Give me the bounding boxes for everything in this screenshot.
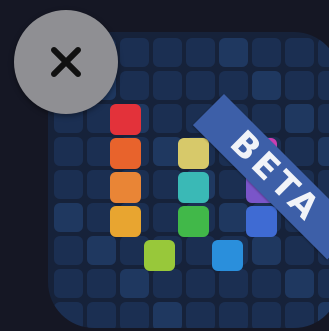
grid-cell [186, 269, 215, 298]
grid-cell [54, 170, 83, 199]
grid-cell [186, 302, 215, 328]
tile-red [110, 104, 141, 135]
grid-cell [186, 236, 215, 265]
tile-lime [144, 240, 175, 271]
grid-cell [318, 71, 329, 100]
grid-cell [219, 38, 248, 67]
grid-cell [153, 38, 182, 67]
grid-cell [87, 302, 116, 328]
grid-cell [54, 203, 83, 232]
grid-cell [252, 302, 281, 328]
grid-cell [54, 302, 83, 328]
grid-cell [54, 236, 83, 265]
grid-cell [252, 38, 281, 67]
grid-cell [120, 269, 149, 298]
grid-cell [219, 269, 248, 298]
tile-teal [178, 172, 209, 203]
grid-cell [54, 137, 83, 166]
tile-blue [212, 240, 243, 271]
grid-cell [252, 236, 281, 265]
grid-cell [87, 236, 116, 265]
grid-cell [186, 38, 215, 67]
grid-cell [285, 269, 314, 298]
grid-cell [252, 269, 281, 298]
grid-cell [252, 71, 281, 100]
grid-cell [153, 104, 182, 133]
grid-cell [120, 71, 149, 100]
grid-cell [153, 269, 182, 298]
tile-indigo [246, 206, 277, 237]
grid-cell [318, 38, 329, 67]
grid-cell [120, 38, 149, 67]
tile-orange [110, 138, 141, 169]
grid-cell [120, 302, 149, 328]
tile-amber [110, 172, 141, 203]
grid-cell [285, 71, 314, 100]
tile-khaki [178, 138, 209, 169]
close-button[interactable] [14, 10, 118, 114]
grid-cell [219, 302, 248, 328]
grid-cell [318, 104, 329, 133]
grid-cell [318, 302, 329, 328]
grid-cell [285, 302, 314, 328]
tile-green [178, 206, 209, 237]
grid-cell [153, 71, 182, 100]
grid-cell [285, 38, 314, 67]
tile-yellow [110, 206, 141, 237]
grid-cell [318, 269, 329, 298]
grid-cell [219, 203, 248, 232]
grid-cell [318, 137, 329, 166]
grid-cell [153, 302, 182, 328]
grid-cell [285, 104, 314, 133]
grid-cell [87, 269, 116, 298]
grid-cell [186, 71, 215, 100]
close-icon [51, 47, 81, 77]
grid-cell [54, 269, 83, 298]
